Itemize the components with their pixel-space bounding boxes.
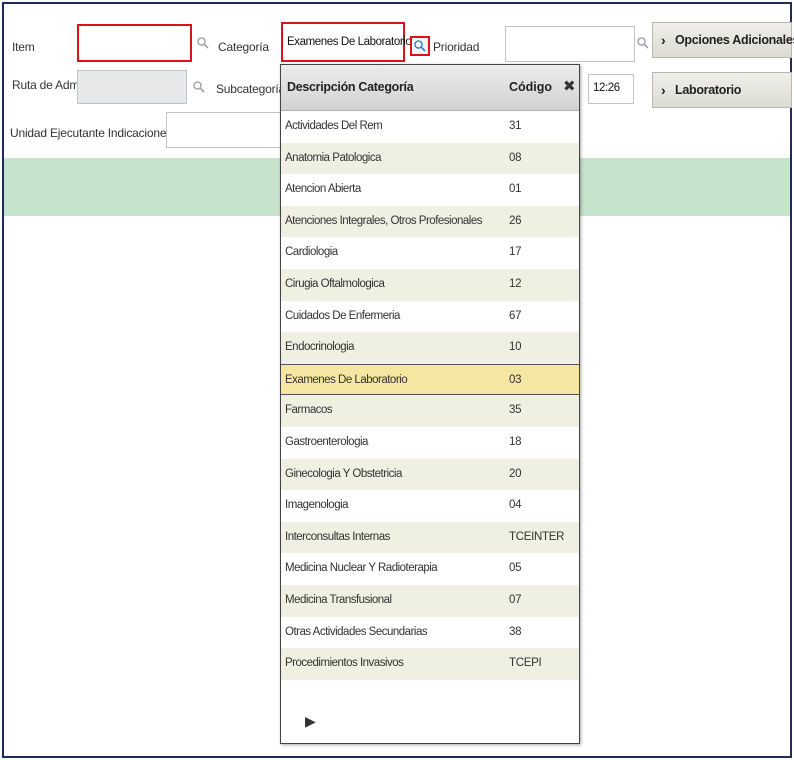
category-row[interactable]: Anatomia Patologica 08 [281,142,579,175]
category-code: 12 [509,277,522,290]
category-row[interactable]: Gastroenterologia 18 [281,426,579,459]
categoria-dropdown: Descripción Categoría Código ✖ Actividad… [280,64,580,744]
hora-input[interactable]: 12:26 [588,74,634,104]
category-code: 10 [509,341,522,354]
header-descripcion: Descripción Categoría [287,80,414,94]
category-description: Ginecologia Y Obstetricia [285,467,402,480]
category-row[interactable]: Farmacos 35 [281,395,579,427]
unidad-ejecutante-input[interactable] [166,112,286,148]
item-label: Item [12,40,35,54]
category-code: 35 [509,404,522,417]
category-row[interactable]: Imagenologia 04 [281,490,579,522]
category-code: 08 [509,151,522,164]
hora-value: 12:26 [593,82,620,94]
category-row[interactable]: Examenes De Laboratorio 03 [281,363,579,396]
category-description: Interconsultas Internas [285,530,390,543]
category-row[interactable]: Medicina Transfusional 07 [281,584,579,617]
close-icon[interactable]: ✖ [563,77,576,95]
category-description: Anatomia Patologica [285,151,381,164]
category-description: Atencion Abierta [285,183,361,196]
category-description: Cuidados De Enfermeria [285,309,400,322]
categoria-search-icon[interactable] [410,36,430,56]
header-codigo: Código [509,80,553,94]
opciones-adicionales-label: Opciones Adicionales [675,33,794,47]
prioridad-label: Prioridad [433,40,480,54]
category-description: Imagenologia [285,499,349,512]
category-code: TCEINTER [509,530,565,543]
ruta-search-icon[interactable] [192,80,206,94]
category-row[interactable]: Medicina Nuclear Y Radioterapia 05 [281,553,579,585]
ruta-input[interactable] [77,70,187,104]
category-description: Medicina Nuclear Y Radioterapia [285,562,438,575]
dropdown-header: Descripción Categoría Código ✖ [281,65,579,111]
chevron-right-icon: › [661,32,666,48]
category-row[interactable]: Atencion Abierta 01 [281,174,579,206]
category-code: 05 [509,562,522,575]
category-row[interactable]: Interconsultas Internas TCEINTER [281,521,579,554]
category-description: Cirugia Oftalmologica [285,277,385,290]
category-row[interactable]: Actividades Del Rem 31 [281,111,579,143]
dropdown-list: Actividades Del Rem 31 Anatomia Patologica… [281,111,579,680]
category-code: 67 [509,309,522,322]
category-row[interactable]: Atenciones Integrales, Otros Profesional… [281,205,579,238]
category-description: Cardiologia [285,246,338,259]
category-description: Examenes De Laboratorio [285,373,408,386]
category-row[interactable]: Procedimientos Invasivos TCEPI [281,648,579,680]
category-code: 20 [509,467,522,480]
categoria-label: Categoría [218,40,269,54]
category-code: 18 [509,435,522,448]
category-description: Atenciones Integrales, Otros Profesional… [285,214,482,227]
category-code: 26 [509,214,522,227]
laboratorio-label: Laboratorio [675,83,742,97]
category-description: Medicina Transfusional [285,593,392,606]
category-row[interactable]: Otras Actividades Secundarias 38 [281,616,579,649]
item-input[interactable] [77,24,192,62]
categoria-value: Examenes De Laboratorio [287,36,412,48]
category-row[interactable]: Cirugia Oftalmologica 12 [281,268,579,301]
category-code: 31 [509,120,522,132]
category-row[interactable]: Cardiologia 17 [281,237,579,269]
item-search-icon[interactable] [196,36,210,50]
category-row[interactable]: Cuidados De Enfermeria 67 [281,300,579,333]
category-description: Endocrinologia [285,341,355,354]
category-code: 07 [509,593,522,606]
category-code: 01 [509,183,522,196]
category-description: Procedimientos Invasivos [285,657,404,670]
category-description: Otras Actividades Secundarias [285,625,428,638]
prioridad-search-icon[interactable] [636,36,650,50]
subcategoria-label: Subcategoría [216,82,285,96]
ruta-label: Ruta de Adm [12,78,80,92]
category-code: TCEPI [509,657,542,670]
prioridad-input[interactable] [505,26,635,62]
unidad-ejecutante-label: Unidad Ejecutante Indicaciones [10,126,173,140]
category-description: Actividades Del Rem [285,120,383,132]
category-row[interactable]: Ginecologia Y Obstetricia 20 [281,458,579,491]
laboratorio-button[interactable]: › Laboratorio [652,72,792,108]
category-code: 03 [509,373,522,386]
category-description: Gastroenterologia [285,435,368,448]
category-code: 17 [509,246,522,259]
category-code: 04 [509,499,522,512]
chevron-right-icon: › [661,82,666,98]
opciones-adicionales-button[interactable]: › Opciones Adicionales [652,22,794,58]
next-page-icon[interactable]: ▶ [305,713,316,730]
category-description: Farmacos [285,404,333,417]
category-row[interactable]: Endocrinologia 10 [281,332,579,364]
categoria-input[interactable]: Examenes De Laboratorio [281,22,412,62]
category-code: 38 [509,625,522,638]
